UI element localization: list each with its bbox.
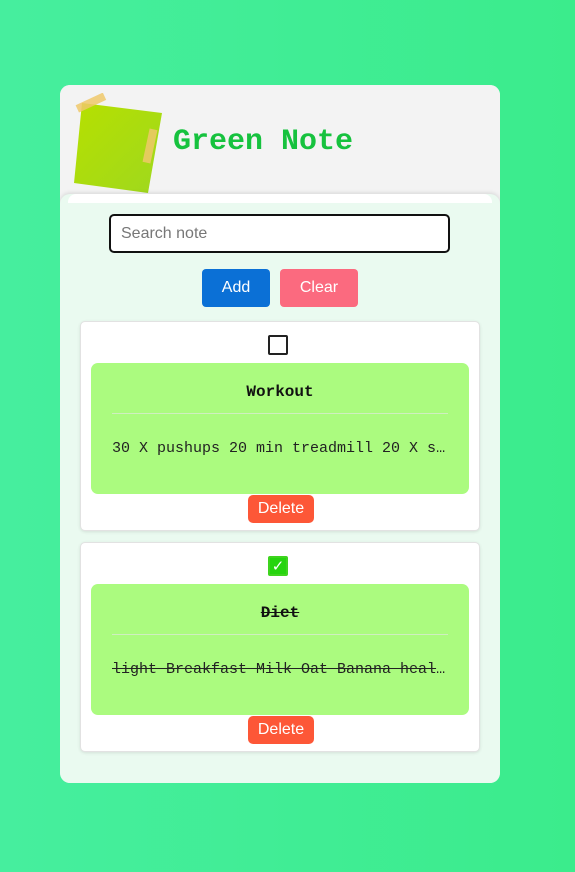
note-divider bbox=[112, 413, 448, 414]
panel-divider bbox=[68, 194, 492, 203]
note-checkbox[interactable] bbox=[268, 335, 288, 355]
add-button[interactable]: Add bbox=[202, 269, 270, 307]
delete-button[interactable]: Delete bbox=[248, 495, 314, 523]
note-title: Diet bbox=[260, 604, 300, 622]
note-app: Green Note Add Clear Workout 30 X pushup… bbox=[60, 85, 500, 783]
note-checkbox[interactable]: ✓ bbox=[268, 556, 288, 576]
note-text: light Breakfast Milk Oat Banana healthy … bbox=[112, 661, 448, 678]
check-icon: ✓ bbox=[271, 557, 285, 575]
note-card: Workout 30 X pushups 20 min treadmill 20… bbox=[80, 321, 480, 531]
note-title: Workout bbox=[246, 383, 314, 401]
note-divider bbox=[112, 634, 448, 635]
main-panel: Add Clear Workout 30 X pushups 20 min tr… bbox=[60, 194, 500, 783]
note-body: Workout 30 X pushups 20 min treadmill 20… bbox=[91, 363, 469, 494]
note-card: ✓ Diet light Breakfast Milk Oat Banana h… bbox=[80, 542, 480, 752]
clear-button[interactable]: Clear bbox=[280, 269, 358, 307]
delete-button[interactable]: Delete bbox=[248, 716, 314, 744]
app-header: Green Note bbox=[60, 85, 500, 203]
sticky-note-icon bbox=[74, 93, 162, 193]
search-input[interactable] bbox=[109, 214, 450, 253]
note-body: Diet light Breakfast Milk Oat Banana hea… bbox=[91, 584, 469, 715]
app-title: Green Note bbox=[173, 125, 354, 159]
note-text: 30 X pushups 20 min treadmill 20 X squat… bbox=[112, 440, 448, 457]
